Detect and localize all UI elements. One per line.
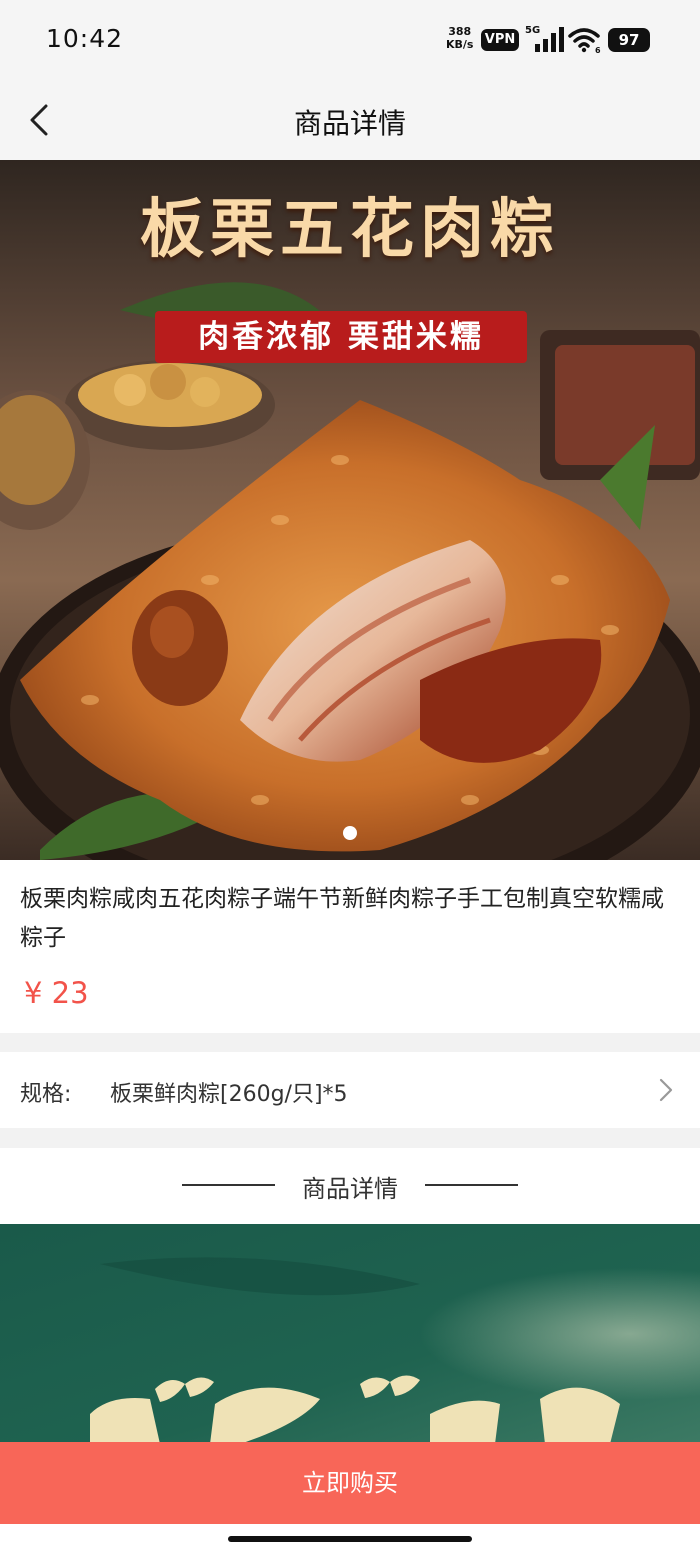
- detail-banner-graphic: [0, 1224, 700, 1444]
- product-title: 板栗肉粽咸肉五花肉粽子端午节新鲜肉粽子手工包制真空软糯咸粽子: [20, 886, 664, 951]
- divider-line-right: [425, 1184, 518, 1186]
- chevron-right-icon: [659, 1078, 673, 1102]
- spec-selector[interactable]: 规格: 板栗鲜肉粽[260g/只]*5: [0, 1052, 700, 1128]
- product-price: ¥ 23: [24, 976, 89, 1010]
- detail-section-title: 商品详情: [302, 1175, 398, 1203]
- network-type: 5G: [525, 25, 540, 36]
- page-title: 商品详情: [293, 107, 406, 140]
- detail-section-header: 商品详情: [0, 1148, 700, 1224]
- carousel-indicator-dot[interactable]: [343, 826, 357, 840]
- nav-bar: 商品详情: [0, 80, 700, 160]
- cellular-signal-icon: 5G: [525, 25, 564, 52]
- product-image-carousel[interactable]: 板栗五花肉粽 肉香浓郁 栗甜米糯: [0, 160, 700, 860]
- network-speed: 388 KB/s: [446, 25, 473, 51]
- hero-headline: 板栗五花肉粽: [140, 192, 560, 267]
- vpn-badge: VPN: [481, 29, 519, 51]
- status-time: 10:42: [46, 24, 124, 53]
- buy-now-button[interactable]: 立即购买: [0, 1442, 700, 1524]
- hero-tagline-badge: 肉香浓郁 栗甜米糯: [155, 311, 527, 363]
- home-indicator[interactable]: [228, 1536, 472, 1542]
- wifi-icon: 6: [568, 28, 601, 54]
- network-speed-value: 388: [448, 25, 472, 38]
- status-bar: 10:42 388 KB/s VPN 5G 6 97: [0, 0, 700, 80]
- spec-value: 板栗鲜肉粽[260g/只]*5: [110, 1082, 348, 1107]
- spec-label: 规格:: [20, 1082, 72, 1107]
- home-bar: [0, 1524, 700, 1555]
- wifi-badge: 6: [595, 46, 601, 54]
- battery-icon: 97: [608, 28, 650, 52]
- network-speed-unit: KB/s: [446, 38, 474, 51]
- detail-image: [0, 1224, 700, 1444]
- product-info: 板栗肉粽咸肉五花肉粽子端午节新鲜肉粽子手工包制真空软糯咸粽子 ¥ 23: [0, 860, 700, 1033]
